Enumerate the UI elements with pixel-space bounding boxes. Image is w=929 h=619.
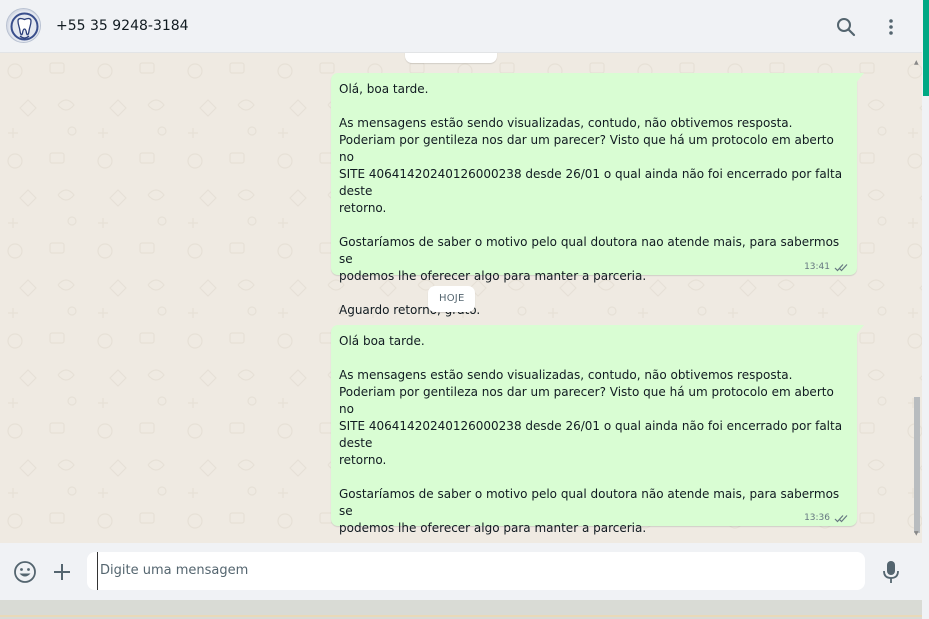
message-input[interactable] bbox=[97, 552, 855, 590]
scroll-up-arrow-icon[interactable]: ▲ bbox=[914, 59, 919, 66]
message-text: Olá, boa tarde. As mensagens estão sendo… bbox=[339, 82, 843, 317]
contact-avatar[interactable] bbox=[6, 8, 41, 43]
message-composer bbox=[0, 543, 922, 600]
window-right-edge bbox=[922, 0, 929, 619]
message-time: 13:41 bbox=[804, 262, 830, 272]
chat-header: +55 35 9248-3184 bbox=[0, 0, 922, 53]
kebab-menu-icon bbox=[889, 19, 893, 35]
accent-strip bbox=[923, 0, 929, 96]
date-separator-previous bbox=[405, 53, 497, 63]
contact-name[interactable]: +55 35 9248-3184 bbox=[56, 18, 189, 34]
outgoing-message-2[interactable]: Olá boa tarde. As mensagens estão sendo … bbox=[331, 325, 864, 535]
outgoing-message-1[interactable]: Olá, boa tarde. As mensagens estão sendo… bbox=[331, 73, 864, 317]
tooth-logo-icon bbox=[8, 10, 40, 42]
attach-button[interactable] bbox=[49, 559, 75, 585]
bubble-tail bbox=[856, 73, 864, 83]
emoji-button[interactable] bbox=[12, 559, 38, 585]
emoji-icon bbox=[14, 561, 36, 583]
menu-button[interactable] bbox=[879, 15, 903, 39]
chat-scrollbar[interactable]: ▲ ▼ bbox=[914, 59, 920, 537]
message-list[interactable]: Olá, boa tarde. As mensagens estão sendo… bbox=[0, 53, 922, 543]
scrollbar-thumb[interactable] bbox=[914, 397, 920, 533]
search-icon bbox=[837, 18, 856, 37]
microphone-icon bbox=[883, 561, 899, 583]
message-input-container[interactable] bbox=[87, 552, 865, 590]
double-check-icon bbox=[834, 263, 848, 271]
date-separator-today: HOJE bbox=[428, 286, 476, 312]
whatsapp-chat-window: +55 35 9248-3184 Olá, boa tarde. As mens… bbox=[0, 0, 922, 619]
message-text: Olá boa tarde. As mensagens estão sendo … bbox=[339, 334, 843, 535]
message-time: 13:36 bbox=[804, 513, 830, 523]
double-check-icon bbox=[834, 514, 848, 522]
plus-icon bbox=[54, 564, 70, 580]
window-bottom-edge bbox=[0, 600, 922, 619]
scroll-down-arrow-icon[interactable]: ▼ bbox=[914, 530, 919, 537]
message-meta: 13:41 bbox=[804, 262, 849, 272]
message-meta: 13:36 bbox=[804, 513, 849, 523]
bubble-tail bbox=[856, 325, 864, 335]
bottom-divider bbox=[0, 615, 922, 617]
voice-message-button[interactable] bbox=[878, 559, 904, 585]
search-button[interactable] bbox=[834, 15, 858, 39]
